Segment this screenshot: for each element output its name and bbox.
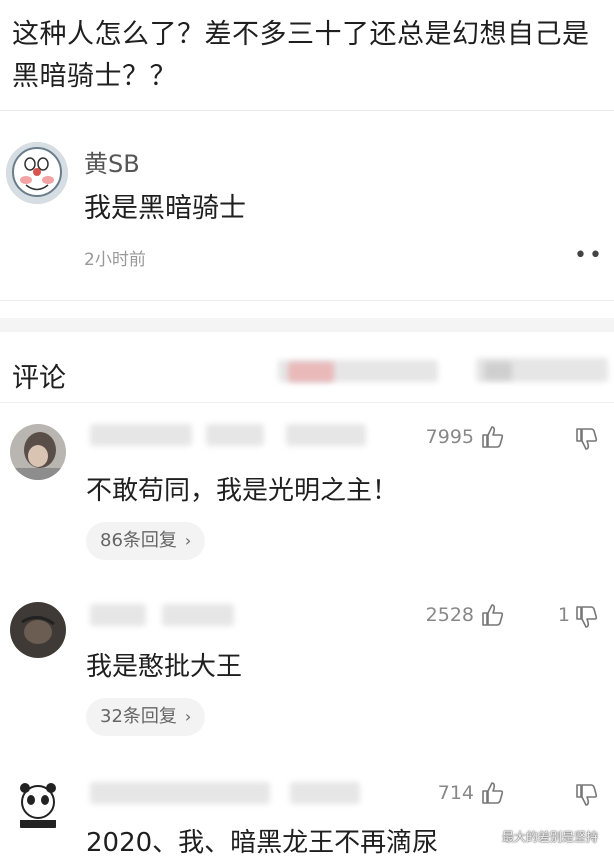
comment-avatar[interactable]: [10, 602, 66, 658]
chevron-right-icon: ›: [184, 531, 192, 550]
divider: [0, 300, 614, 301]
answer-text: 我是黑暗骑士: [84, 193, 246, 224]
blurred-username: [162, 604, 234, 626]
thumbs-up-icon[interactable]: [480, 780, 506, 806]
blurred-username: [286, 424, 366, 446]
blurred-username: [290, 782, 360, 804]
blurred-username: [90, 782, 270, 804]
blurred-username: [90, 424, 192, 446]
blurred-region: [484, 362, 512, 380]
blurred-region: [288, 362, 334, 382]
chevron-right-icon: ›: [184, 707, 192, 726]
like-count: 2528: [425, 604, 474, 626]
blurred-username: [90, 604, 146, 626]
dislike-count: 1: [557, 604, 570, 626]
divider: [0, 402, 614, 403]
more-dots-icon[interactable]: ••: [574, 245, 604, 267]
user-avatar-icon: [10, 602, 66, 658]
like-count: 714: [437, 782, 474, 804]
doraemon-avatar-icon: [6, 142, 68, 204]
comment-text: 我是憨批大王: [86, 652, 243, 682]
answer-timestamp: 2小时前: [84, 250, 146, 270]
comment-avatar[interactable]: [10, 424, 66, 480]
comment-avatar[interactable]: [10, 778, 66, 834]
like-count: 7995: [425, 426, 474, 448]
answer-author-name[interactable]: 黄SB: [84, 144, 140, 179]
reply-count-label: 86条回复: [100, 530, 177, 551]
view-replies-button[interactable]: 32条回复 ›: [86, 698, 206, 736]
user-avatar-icon: [10, 424, 66, 480]
thumbs-down-icon[interactable]: [574, 782, 600, 808]
watermark: 最大的差别是坚持: [502, 830, 599, 844]
answer-avatar[interactable]: [6, 142, 68, 204]
view-replies-button[interactable]: 86条回复 ›: [86, 522, 206, 560]
comment-text: 不敢苟同，我是光明之主！: [86, 476, 399, 506]
panda-avatar-icon: [10, 778, 66, 834]
thumbs-up-icon[interactable]: [480, 424, 506, 450]
comments-title: 评论: [12, 363, 66, 394]
thumbs-down-icon[interactable]: [574, 604, 600, 630]
thumbs-down-icon[interactable]: [574, 426, 600, 452]
section-gap: [0, 318, 614, 332]
blurred-username: [206, 424, 264, 446]
thumbs-up-icon[interactable]: [480, 602, 506, 628]
question-title: 这种人怎么了？差不多三十了还总是幻想自己是黑暗骑士？？: [12, 19, 590, 92]
divider: [0, 110, 614, 111]
comment-text: 2020、我、暗黑龙王不再滴尿: [86, 828, 439, 858]
reply-count-label: 32条回复: [100, 706, 177, 727]
